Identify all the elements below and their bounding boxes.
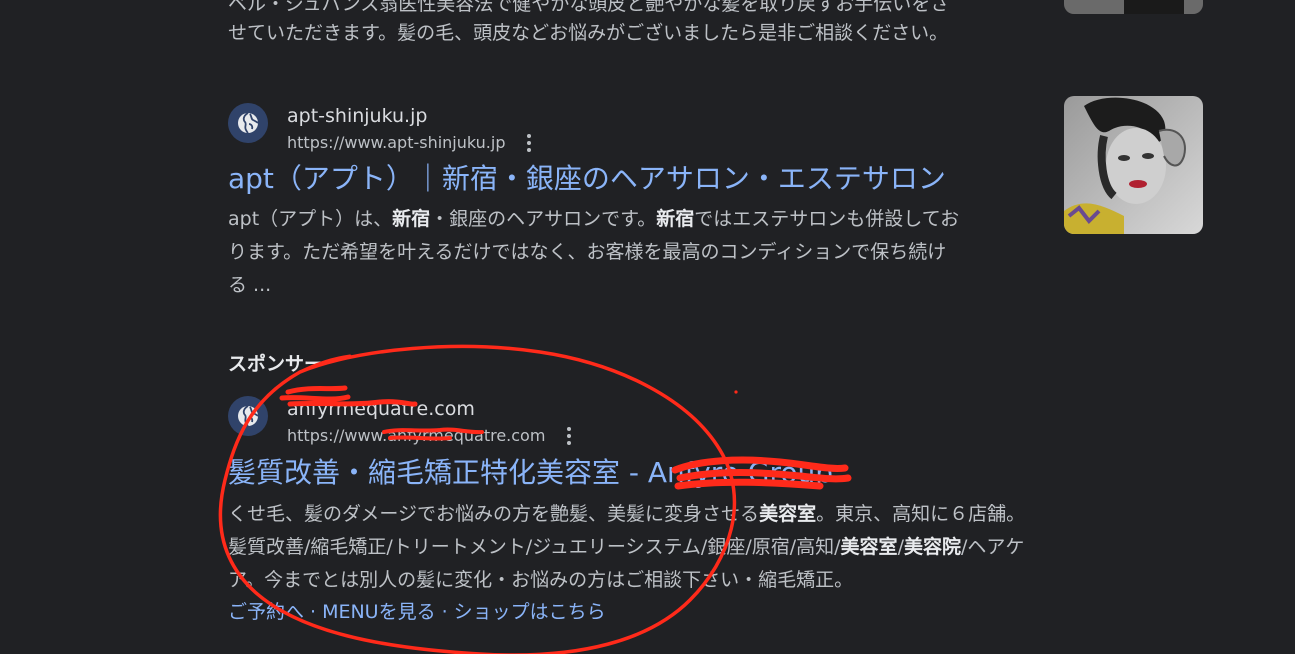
snippet-text: apt（アプト）は、 [228,208,393,230]
snippet-line-3: ア。今までとは別人の髪に変化・お悩みの方はご相談下さい・縮毛矯正。 [228,569,854,591]
snippet-text: 。東京、高知に６店舗。 [816,503,1026,525]
snippet-text: 髪質改善/縮毛矯正/トリートメント/ジュエリーシステム/銀座/原宿/高知/ [228,536,841,558]
snippet-bold: 美容室 [840,536,898,558]
snippet-bold: 新宿 [656,208,695,230]
more-vert-icon[interactable] [523,132,535,154]
sponsored-label: スポンサー [228,353,324,375]
sitelink-shop[interactable]: ショップはこちら [454,601,606,623]
result1-thumbnail[interactable] [1064,96,1203,234]
sitelink-menu[interactable]: MENUを見る [322,601,436,623]
ad-snippet: くせ毛、髪のダメージでお悩みの方を艶髪、美髪に変身させる美容室。東京、高知に６店… [228,498,1108,597]
sitelink-reservation[interactable]: ご予約へ [228,601,304,623]
globe-icon [228,103,268,143]
more-vert-icon[interactable] [563,425,575,447]
snippet-bold: 美容室 [759,503,817,525]
prev-result-snippet: せていただきます。髪の毛、頭皮などお悩みがございましたら是非ご相談ください。 [228,22,949,44]
sitelink-separator: · [310,601,317,623]
snippet-text: ・銀座のヘアサロンです。 [430,208,657,230]
sitelink-separator: · [441,601,448,623]
snippet-line-2: ります。ただ希望を叶えるだけではなく、お客様を最高のコンディションで保ち続け [228,241,947,263]
prev-result-thumbnail[interactable] [1064,0,1203,14]
prev-snippet-partial-text: ベル・ジュバンス翁医性美容法で健やかな頭皮と艶やかな髪を取り戻すお手伝いをさ [228,0,950,15]
ad-site-name: anfyrmequatre.com [287,398,475,420]
ad-title-link[interactable]: 髪質改善・縮毛矯正特化美容室 - Anfyre Group [228,455,833,491]
result1-title-link[interactable]: apt（アプト）｜新宿・銀座のヘアサロン・エステサロン [228,161,946,197]
ad-url: https://www.anfyrmequatre.com [287,426,546,445]
result1-url: https://www.apt-shinjuku.jp [287,133,506,152]
snippet-line-3: る ... [228,274,272,296]
snippet-text: ではエステサロンも併設してお [694,208,960,230]
ad-site-row[interactable]: anfyrmequatre.com https://www.anfyrmequa… [228,396,575,448]
result1-site-name: apt-shinjuku.jp [287,105,428,127]
snippet-bold: 美容院 [903,536,961,558]
snippet-text: /ヘアケ [960,536,1025,558]
snippet-text: くせ毛、髪のダメージでお悩みの方を艶髪、美髪に変身させる [228,503,760,525]
ad-sitelinks: ご予約へ · MENUを見る · ショップはこちら [228,597,606,627]
result1-site-row[interactable]: apt-shinjuku.jp https://www.apt-shinjuku… [228,103,535,155]
result1-snippet: apt（アプト）は、新宿・銀座のヘアサロンです。新宿ではエステサロンも併設してお… [228,203,1048,302]
snippet-bold: 新宿 [392,208,431,230]
globe-icon [228,396,268,436]
